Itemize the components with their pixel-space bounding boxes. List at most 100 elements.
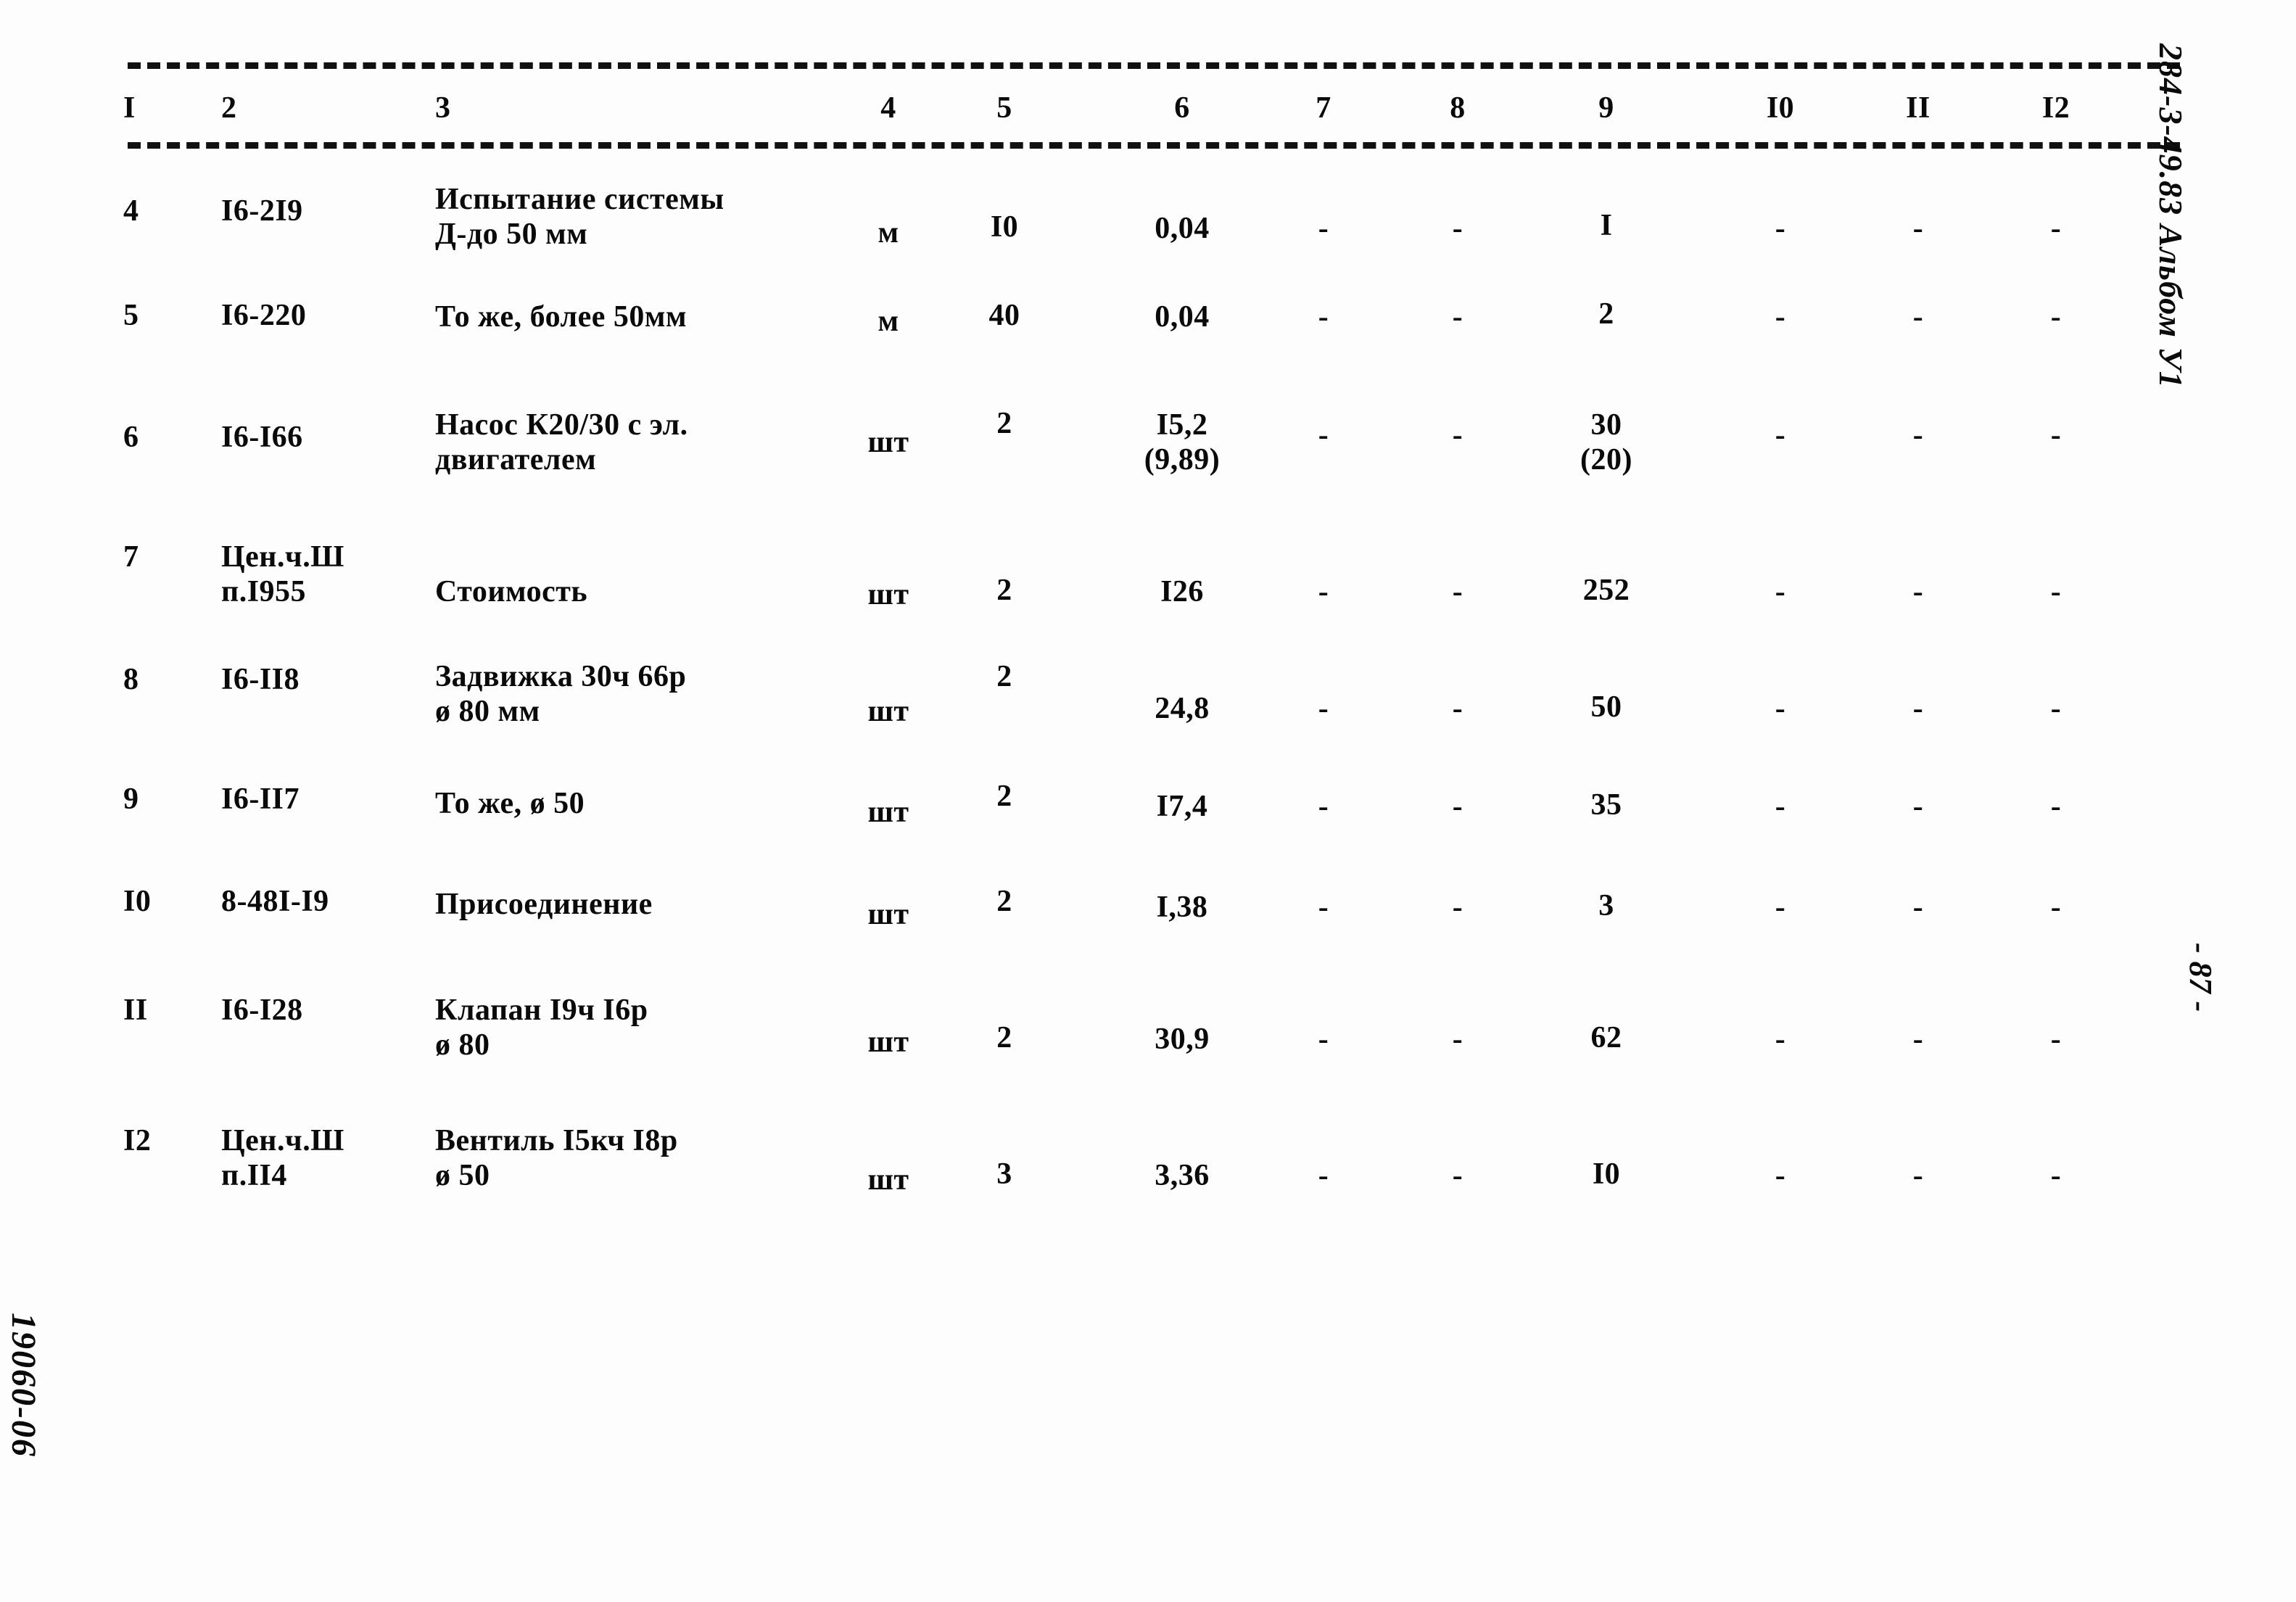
row-col11: -: [1912, 1023, 1924, 1056]
row-col6: I,38: [1156, 891, 1208, 924]
document-page: I 2 3 4 5 6 7 8 9 I0 II I2 4 I6-2I9 Испы…: [0, 0, 2296, 1602]
row-col7: -: [1318, 300, 1329, 334]
row-col7: -: [1318, 418, 1329, 452]
row-col6: I5,2 (9,89): [1144, 408, 1221, 476]
row-col12: -: [2050, 1159, 2062, 1192]
row-description: Испытание системы Д-до 50 мм: [435, 183, 724, 251]
row-col8: -: [1452, 1159, 1463, 1192]
row-number: I2: [123, 1124, 152, 1157]
row-col9: I0: [1592, 1157, 1621, 1191]
row-code: Цен.ч.Ш п.I955: [221, 540, 344, 608]
row-number: II: [123, 994, 148, 1027]
row-col11: -: [1912, 575, 1924, 608]
row-col8: -: [1452, 418, 1463, 452]
row-col10: -: [1775, 891, 1786, 924]
row-number: 7: [123, 540, 139, 574]
row-unit: шт: [867, 695, 909, 728]
row-description: Насос К20/30 с эл. двигателем: [435, 408, 688, 476]
row-col10: -: [1775, 692, 1786, 725]
column-header-5: 5: [996, 91, 1012, 125]
row-unit: шт: [867, 426, 909, 459]
row-number: 8: [123, 663, 139, 696]
row-code: I6-I66: [221, 421, 303, 454]
row-code: I6-I28: [221, 994, 303, 1027]
column-header-12: I2: [2041, 91, 2070, 125]
document-code-annotation: 284-3-49.83 Альбом У1: [2152, 44, 2189, 389]
row-code: I6-220: [221, 299, 307, 332]
row-col10: -: [1775, 790, 1786, 823]
row-col7: -: [1318, 212, 1329, 245]
row-col9: 30 (20): [1580, 408, 1632, 476]
column-header-8: 8: [1450, 91, 1466, 125]
row-col11: -: [1912, 790, 1924, 823]
row-col12: -: [2050, 891, 2062, 924]
row-col9: 3: [1598, 889, 1614, 922]
table-header-rule: [128, 142, 2180, 149]
row-col10: -: [1775, 1023, 1786, 1056]
row-unit: м: [877, 305, 899, 338]
row-quantity: 2: [996, 780, 1012, 813]
row-col7: -: [1318, 692, 1329, 725]
row-col12: -: [2050, 212, 2062, 245]
row-col8: -: [1452, 1023, 1463, 1056]
row-col6: I7,4: [1156, 790, 1208, 823]
row-number: I0: [123, 885, 152, 918]
row-description: Задвижка 30ч 66р ø 80 мм: [435, 660, 687, 728]
row-col6: 30,9: [1155, 1023, 1210, 1056]
row-quantity: 2: [996, 885, 1012, 918]
column-header-6: 6: [1174, 91, 1190, 125]
row-unit: м: [877, 216, 899, 249]
row-col7: -: [1318, 790, 1329, 823]
row-number: 6: [123, 421, 139, 454]
row-col7: -: [1318, 575, 1329, 608]
row-number: 9: [123, 783, 139, 816]
row-col7: -: [1318, 1159, 1329, 1192]
column-header-3: 3: [435, 91, 451, 125]
column-header-1: I: [123, 91, 136, 125]
row-quantity: 2: [996, 1021, 1012, 1054]
row-description: Вентиль I5кч I8р ø 50: [435, 1124, 678, 1192]
row-col10: -: [1775, 212, 1786, 245]
row-unit: шт: [867, 1025, 909, 1059]
row-col8: -: [1452, 575, 1463, 608]
row-col12: -: [2050, 692, 2062, 725]
row-col6: 0,04: [1155, 300, 1210, 334]
row-col11: -: [1912, 300, 1924, 334]
column-header-11: II: [1906, 91, 1930, 125]
row-code: I6-II7: [221, 783, 300, 816]
row-code: Цен.ч.Ш п.II4: [221, 1124, 344, 1192]
row-col9: 2: [1598, 297, 1614, 331]
row-description: То же, более 50мм: [435, 300, 687, 334]
column-header-10: I0: [1766, 91, 1795, 125]
table-top-rule: [128, 62, 2180, 69]
row-col11: -: [1912, 692, 1924, 725]
row-unit: шт: [867, 1163, 909, 1197]
row-quantity: 2: [996, 407, 1012, 440]
row-col6: 3,36: [1155, 1159, 1210, 1192]
row-unit: шт: [867, 796, 909, 829]
page-number-annotation: - 87 -: [2183, 943, 2218, 1012]
row-col6: 24,8: [1155, 692, 1210, 725]
row-code: I6-II8: [221, 663, 300, 696]
row-col10: -: [1775, 300, 1786, 334]
row-col12: -: [2050, 790, 2062, 823]
row-col9: 50: [1590, 690, 1622, 724]
row-col11: -: [1912, 418, 1924, 452]
row-col8: -: [1452, 300, 1463, 334]
row-col9: I: [1600, 209, 1613, 242]
column-header-2: 2: [221, 91, 237, 125]
row-description: Стоимость: [435, 575, 588, 608]
row-description: То же, ø 50: [435, 787, 585, 820]
row-col9: 252: [1582, 574, 1630, 607]
row-code: I6-2I9: [221, 194, 303, 228]
row-number: 5: [123, 299, 139, 332]
row-quantity: 3: [996, 1157, 1012, 1191]
row-col12: -: [2050, 418, 2062, 452]
row-col12: -: [2050, 300, 2062, 334]
row-col12: -: [2050, 575, 2062, 608]
row-number: 4: [123, 194, 139, 228]
row-code: 8-48I-I9: [221, 885, 329, 918]
row-description: Клапан I9ч I6р ø 80: [435, 994, 648, 1062]
row-unit: шт: [867, 578, 909, 611]
row-col9: 35: [1590, 788, 1622, 822]
